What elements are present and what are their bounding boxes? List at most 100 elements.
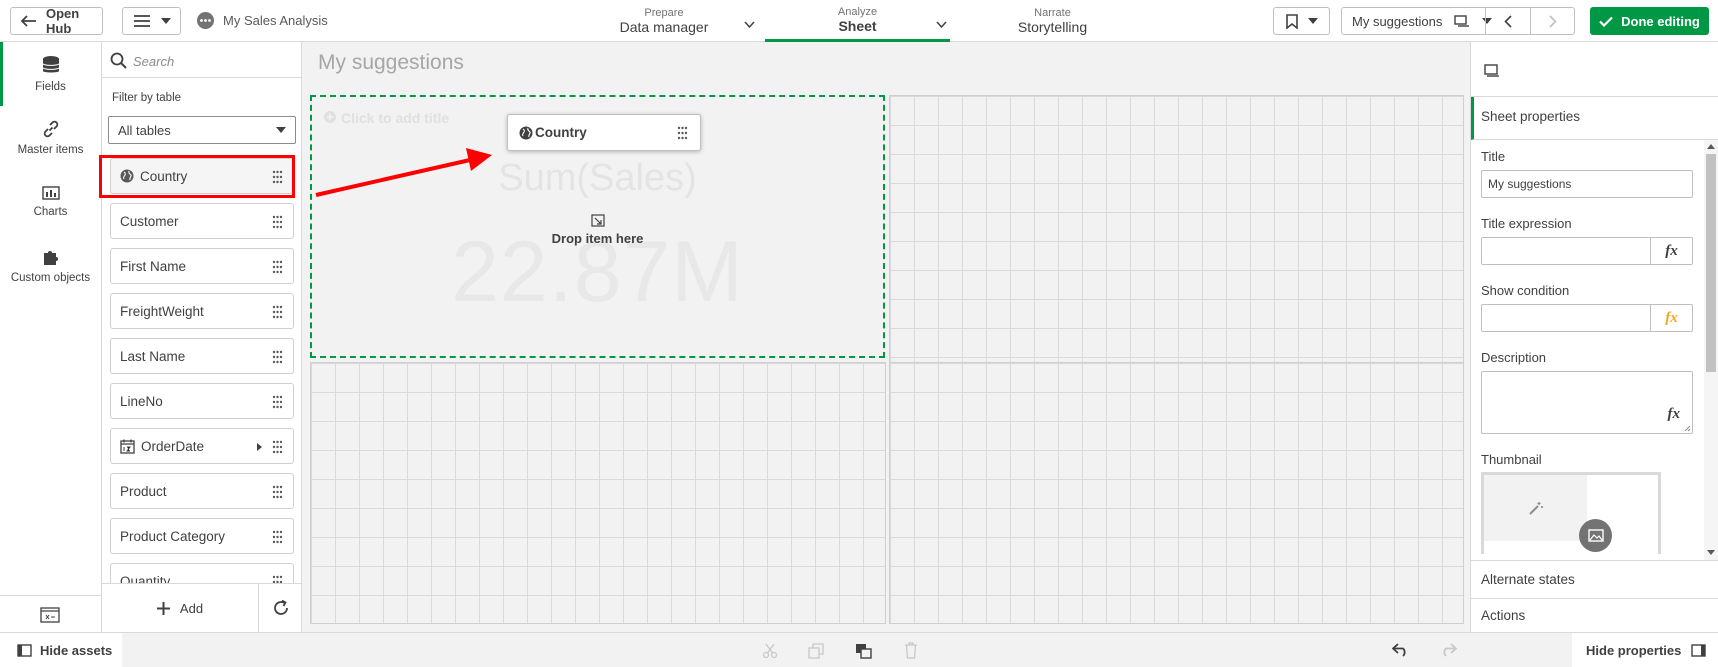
caret-down-icon <box>276 127 286 133</box>
tab-analyze[interactable]: Analyze Sheet <box>765 0 950 42</box>
hide-assets-button[interactable]: Hide assets <box>0 633 122 667</box>
open-hub-button[interactable]: Open Hub <box>10 6 103 36</box>
bottom-bar: Hide assets Hide properties <box>0 632 1718 667</box>
show-condition-input[interactable]: fx <box>1481 304 1693 332</box>
ghost-measure-label: Sum(Sales) <box>498 157 697 199</box>
hide-properties-button[interactable]: Hide properties <box>1572 633 1718 667</box>
drag-handle-icon[interactable] <box>272 305 283 319</box>
drag-handle-icon[interactable] <box>272 395 283 409</box>
sheet-selector[interactable]: My suggestions <box>1341 7 1575 35</box>
field-freightweight[interactable]: FreightWeight <box>110 293 294 329</box>
filter-label: Filter by table <box>112 92 182 104</box>
arrow-left-icon <box>21 15 37 27</box>
field-product-category[interactable]: Product Category <box>110 518 294 554</box>
puzzle-icon <box>42 248 60 266</box>
title-label: Title <box>1481 149 1506 164</box>
drag-handle-icon[interactable] <box>272 485 283 499</box>
show-condition-label: Show condition <box>1481 283 1570 298</box>
device-preview-icon[interactable] <box>1484 64 1500 77</box>
thumbnail-box[interactable] <box>1481 472 1661 554</box>
add-title-icon <box>324 111 336 123</box>
field-list-clip: Quantity <box>102 562 301 583</box>
search-input[interactable]: Search <box>133 54 174 69</box>
previous-sheet-button[interactable] <box>1485 8 1530 34</box>
expression-editor-button[interactable]: fx <box>1668 406 1681 423</box>
alternate-states-section[interactable]: Alternate states <box>1471 560 1718 598</box>
next-sheet-button[interactable] <box>1530 8 1575 34</box>
tab-narrate[interactable]: Narrate Storytelling <box>990 0 1115 42</box>
drag-handle-icon[interactable] <box>272 530 283 544</box>
nav-bottom-divider <box>0 595 101 596</box>
scroll-down-icon[interactable] <box>1707 550 1715 555</box>
tab-prepare[interactable]: Prepare Data manager <box>600 0 728 42</box>
add-title-hint[interactable]: Click to add title <box>341 110 449 126</box>
panel-right-icon <box>1691 643 1707 657</box>
plus-icon <box>156 601 170 615</box>
top-bar: Open Hub My Sales Analysis Prepare Data … <box>0 0 1718 42</box>
bookmark-icon <box>1285 13 1298 29</box>
description-label: Description <box>1481 350 1547 365</box>
caret-right-icon[interactable] <box>257 443 262 451</box>
undo-icon[interactable] <box>1392 643 1410 657</box>
title-expression-input[interactable]: fx <box>1481 237 1693 265</box>
drag-handle-icon[interactable] <box>272 215 283 229</box>
image-icon <box>1587 529 1604 542</box>
database-icon <box>42 55 60 75</box>
redo-icon[interactable] <box>1439 643 1457 657</box>
sheet-title[interactable]: My suggestions <box>318 51 464 75</box>
field-last-name[interactable]: Last Name <box>110 338 294 374</box>
sheet-properties-header[interactable]: Sheet properties <box>1471 97 1718 140</box>
search-box[interactable]: Search <box>102 42 301 78</box>
field-orderdate[interactable]: OrderDate <box>110 428 294 464</box>
cut-icon[interactable] <box>762 643 778 659</box>
image-picker-button[interactable] <box>1579 519 1612 552</box>
fields-panel: Search Filter by table All tables Countr… <box>99 42 302 632</box>
caret-down-icon <box>160 18 171 24</box>
search-icon <box>110 52 127 69</box>
scroll-up-icon[interactable] <box>1707 144 1715 149</box>
add-field-button[interactable]: Add <box>102 584 259 632</box>
refresh-icon[interactable] <box>272 599 290 617</box>
nav-charts[interactable]: Charts <box>0 170 101 234</box>
expression-editor-button[interactable]: fx <box>1650 305 1692 331</box>
main-menu-button[interactable] <box>122 7 181 35</box>
nav-custom-objects[interactable]: Custom objects <box>0 234 101 298</box>
done-editing-button[interactable]: Done editing <box>1590 7 1709 35</box>
grid-cell-top-right[interactable] <box>889 95 1464 398</box>
hamburger-icon <box>133 14 151 28</box>
field-quantity[interactable]: Quantity <box>110 563 294 583</box>
expression-editor-button[interactable]: fx <box>1650 238 1692 264</box>
drag-handle-icon <box>677 126 688 140</box>
field-product[interactable]: Product <box>110 473 294 509</box>
chevron-down-icon[interactable] <box>936 21 947 28</box>
drag-handle-icon[interactable] <box>272 350 283 364</box>
nav-fields[interactable]: Fields <box>0 42 101 106</box>
resize-handle-icon[interactable] <box>1684 425 1691 432</box>
grid-cell-bottom-right[interactable] <box>889 362 1464 624</box>
magic-wand-icon <box>1528 500 1544 516</box>
field-first-name[interactable]: First Name <box>110 248 294 284</box>
actions-section[interactable]: Actions <box>1471 598 1718 632</box>
bookmarks-button[interactable] <box>1273 7 1330 35</box>
field-lineno[interactable]: LineNo <box>110 383 294 419</box>
table-filter-dropdown[interactable]: All tables <box>108 116 296 144</box>
drop-hint: Drop item here <box>551 231 644 246</box>
dragged-field-country[interactable]: Country <box>507 114 701 151</box>
chevron-down-icon[interactable] <box>744 21 755 28</box>
drag-handle-icon[interactable] <box>272 440 283 454</box>
title-input[interactable]: My suggestions <box>1481 170 1693 198</box>
variables-icon[interactable] <box>40 607 60 623</box>
copy-icon[interactable] <box>808 643 824 659</box>
drag-handle-icon[interactable] <box>272 575 283 583</box>
grid-cell-bottom-left[interactable] <box>310 362 886 624</box>
calendar-icon <box>120 439 135 454</box>
paste-icon[interactable] <box>855 643 872 659</box>
description-textarea[interactable]: fx <box>1481 371 1693 434</box>
nav-master-items[interactable]: Master items <box>0 106 101 170</box>
field-customer[interactable]: Customer <box>110 203 294 239</box>
scrollbar-thumb[interactable] <box>1706 154 1716 372</box>
properties-scrollbar[interactable] <box>1704 140 1718 560</box>
bar-chart-icon <box>41 186 60 200</box>
drag-handle-icon[interactable] <box>272 260 283 274</box>
delete-icon[interactable] <box>904 642 918 659</box>
